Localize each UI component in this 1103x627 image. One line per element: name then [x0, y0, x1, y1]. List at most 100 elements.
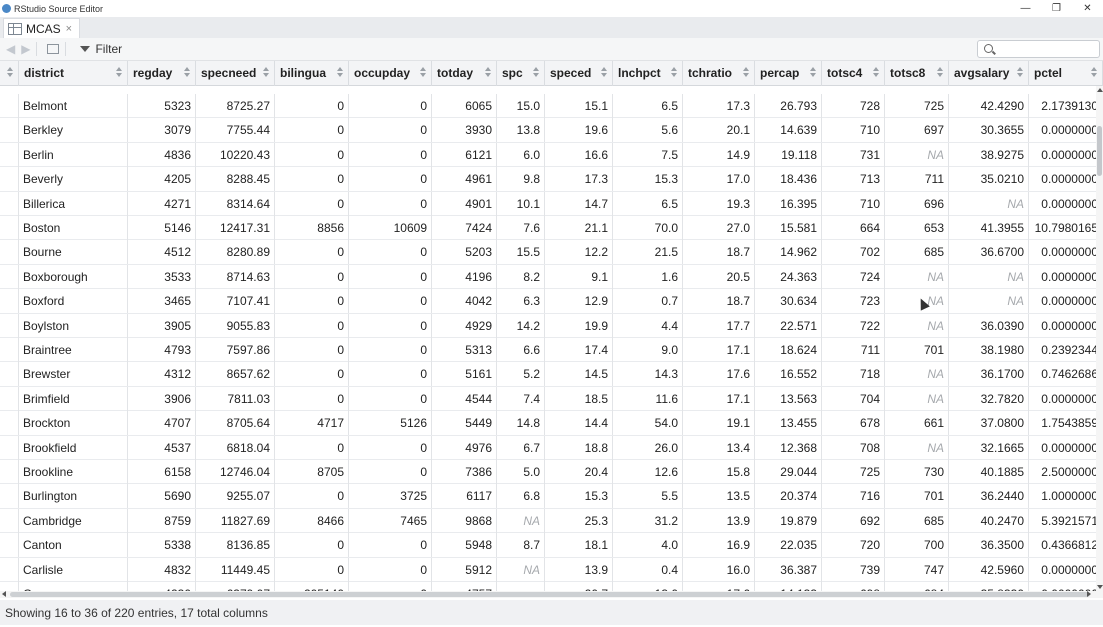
scroll-down-icon[interactable] — [1097, 585, 1103, 589]
tab-close-button[interactable]: × — [66, 23, 72, 35]
search-box[interactable] — [977, 40, 1100, 58]
table-row[interactable]: Brookline 6158 12746.04 8705 0 7386 5.0 20.4 12.… — [0, 460, 1103, 485]
cell-speced: 18.8 — [545, 435, 613, 460]
scroll-left-icon[interactable] — [2, 591, 6, 597]
filter-button[interactable]: Filter — [80, 42, 122, 56]
cell-spc: 6.3 — [497, 289, 545, 314]
row-number-header[interactable] — [0, 61, 19, 86]
column-header-pctel[interactable]: pctel — [1029, 61, 1103, 86]
table-row[interactable]: Boylston 3905 9055.83 0 0 4929 14.2 19.9 4.4 17.7… — [0, 313, 1103, 338]
vertical-scrollbar[interactable] — [1096, 86, 1103, 591]
sort-icon[interactable] — [1017, 67, 1023, 77]
column-header-tchratio[interactable]: tchratio — [683, 61, 755, 86]
table-row[interactable]: Boxford 3465 7107.41 0 0 4042 6.3 12.9 0.7 18.7 30… — [0, 289, 1103, 314]
tab-mcas[interactable]: MCAS × — [3, 18, 80, 38]
cell-regday: 4836 — [128, 142, 196, 167]
column-header-occupday[interactable]: occupday — [349, 61, 432, 86]
cell-totday: 4544 — [432, 386, 497, 411]
cell-totsc4: 728 — [822, 94, 885, 118]
cell-district: Boston — [19, 216, 128, 240]
sort-icon[interactable] — [743, 67, 749, 77]
sort-icon[interactable] — [873, 67, 879, 77]
back-button[interactable]: ◀ — [6, 42, 15, 56]
table-row[interactable]: Brookfield 4537 6818.04 0 0 4976 6.7 18.8 26.0 13… — [0, 435, 1103, 460]
cell-bilingua: 0 — [275, 94, 349, 118]
status-bar: Showing 16 to 36 of 220 entries, 17 tota… — [0, 600, 1103, 625]
scroll-right-icon[interactable] — [1087, 591, 1091, 597]
vertical-scroll-thumb[interactable] — [1097, 126, 1102, 176]
table-row[interactable]: Boxborough 3533 8714.63 0 0 4196 8.2 9.1 1.6 20.5… — [0, 264, 1103, 290]
sort-icon[interactable] — [810, 67, 816, 77]
sort-icon[interactable] — [420, 67, 426, 77]
column-header-spc[interactable]: spc — [497, 61, 545, 86]
arrow-right-icon: ▶ — [21, 42, 31, 56]
table-row[interactable]: Belmont 5323 8725.27 0 0 6065 15.0 15.1 6.5 17.3 2… — [0, 94, 1103, 119]
table-row[interactable]: Bourne 4512 8280.89 0 0 5203 15.5 12.2 21.5 18.7 1… — [0, 240, 1103, 265]
restore-button[interactable]: ❐ — [1041, 0, 1072, 17]
cell-percap: 22.035 — [755, 533, 822, 558]
table-row[interactable]: Beverly 4205 8288.45 0 0 4961 9.8 17.3 15.3 17.0 1… — [0, 167, 1103, 192]
column-header-specneed[interactable]: specneed — [196, 61, 275, 86]
grid-body[interactable]: Belmont 5323 8725.27 0 0 6065 15.0 15.1 6.5 17.3 2… — [0, 86, 1103, 591]
horizontal-scrollbar[interactable] — [0, 591, 1103, 598]
column-header-label: bilingua — [280, 66, 326, 80]
column-header-totsc8[interactable]: totsc8 — [885, 61, 949, 86]
column-header-district[interactable]: district — [19, 61, 128, 86]
cell-spc: NA — [497, 508, 545, 533]
table-row[interactable]: Cambridge 8759 11827.69 8466 7465 9868 NA 25.3 3… — [0, 508, 1103, 534]
search-input[interactable] — [998, 42, 1096, 56]
sort-icon[interactable] — [7, 67, 13, 77]
cell-totday: 7424 — [432, 216, 497, 240]
sort-icon[interactable] — [937, 67, 943, 77]
sort-icon[interactable] — [601, 67, 607, 77]
minimize-button[interactable]: — — [1010, 0, 1041, 17]
table-row[interactable]: Carlisle 4832 11449.45 0 0 5912 NA 13.9 0.4 16.0 3… — [0, 557, 1103, 582]
sort-icon[interactable] — [116, 67, 122, 77]
table-row[interactable]: Berlin 4836 10220.43 0 0 6121 6.0 16.6 7.5 14.9 19… — [0, 142, 1103, 168]
cell-district: Canton — [19, 533, 128, 558]
table-row[interactable]: Boston 5146 12417.31 8856 10609 7424 7.6 21.1 70… — [0, 216, 1103, 241]
column-header-totsc4[interactable]: totsc4 — [822, 61, 885, 86]
cell-district: Braintree — [19, 338, 128, 362]
table-row[interactable]: Braintree 4793 7597.86 0 0 5313 6.6 17.4 9.0 17.1… — [0, 338, 1103, 363]
horizontal-scroll-thumb[interactable] — [10, 592, 1090, 597]
table-row[interactable]: Berkley 3079 7755.44 0 0 3930 13.8 19.6 5.6 20.1 1… — [0, 118, 1103, 143]
sort-icon[interactable] — [263, 67, 269, 77]
column-header-totday[interactable]: totday — [432, 61, 497, 86]
cell-regday: 5146 — [128, 216, 196, 240]
column-header-speced[interactable]: speced — [545, 61, 613, 86]
forward-button[interactable]: ▶ — [21, 42, 30, 56]
cell-bilingua: 8856 — [275, 216, 349, 240]
cell-spc: 15.5 — [497, 240, 545, 265]
scroll-up-icon[interactable] — [1097, 88, 1103, 92]
column-header-bilingua[interactable]: bilingua — [275, 61, 349, 86]
table-row[interactable]: Billerica 4271 8314.64 0 0 4901 10.1 14.7 6.5 19.… — [0, 191, 1103, 216]
popout-icon[interactable] — [47, 44, 60, 54]
column-header-lnchpct[interactable]: lnchpct — [613, 61, 683, 86]
table-row[interactable]: Carver42306379.0720514004757 20.713.017.6… — [0, 582, 1103, 591]
sort-icon[interactable] — [485, 67, 491, 77]
table-row[interactable]: Brimfield 3906 7811.03 0 0 4544 7.4 18.5 11.6 17.… — [0, 386, 1103, 412]
table-row[interactable]: Burlington 5690 9255.07 0 3725 6117 6.8 15.3 5.5… — [0, 484, 1103, 509]
cell-lnchpct: 70.0 — [613, 216, 683, 240]
sort-icon[interactable] — [533, 67, 539, 77]
cell-totsc4: 704 — [822, 386, 885, 411]
table-row[interactable]: Canton 5338 8136.85 0 0 5948 8.7 18.1 4.0 16.9 22.… — [0, 533, 1103, 558]
cell-tchratio: 17.3 — [683, 94, 755, 118]
sort-icon[interactable] — [184, 67, 190, 77]
cell-tchratio: 13.4 — [683, 435, 755, 460]
close-window-button[interactable]: ✕ — [1072, 0, 1103, 17]
column-header-regday[interactable]: regday — [128, 61, 196, 86]
cell-totsc4: 710 — [822, 118, 885, 143]
table-row[interactable]: Brewster 4312 8657.62 0 0 5161 5.2 14.5 14.3 17.6… — [0, 362, 1103, 387]
cell-totday: 4961 — [432, 167, 497, 192]
cell-tchratio: 20.5 — [683, 264, 755, 289]
cell-totsc4: 711 — [822, 338, 885, 362]
row-number-cell — [0, 118, 19, 143]
table-row[interactable]: Brockton 4707 8705.64 4717 5126 5449 14.8 14.4 5… — [0, 411, 1103, 436]
sort-icon[interactable] — [1091, 67, 1097, 77]
column-header-avgsalary[interactable]: avgsalary — [949, 61, 1029, 86]
column-header-percap[interactable]: percap — [755, 61, 822, 86]
sort-icon[interactable] — [671, 67, 677, 77]
sort-icon[interactable] — [337, 67, 343, 77]
